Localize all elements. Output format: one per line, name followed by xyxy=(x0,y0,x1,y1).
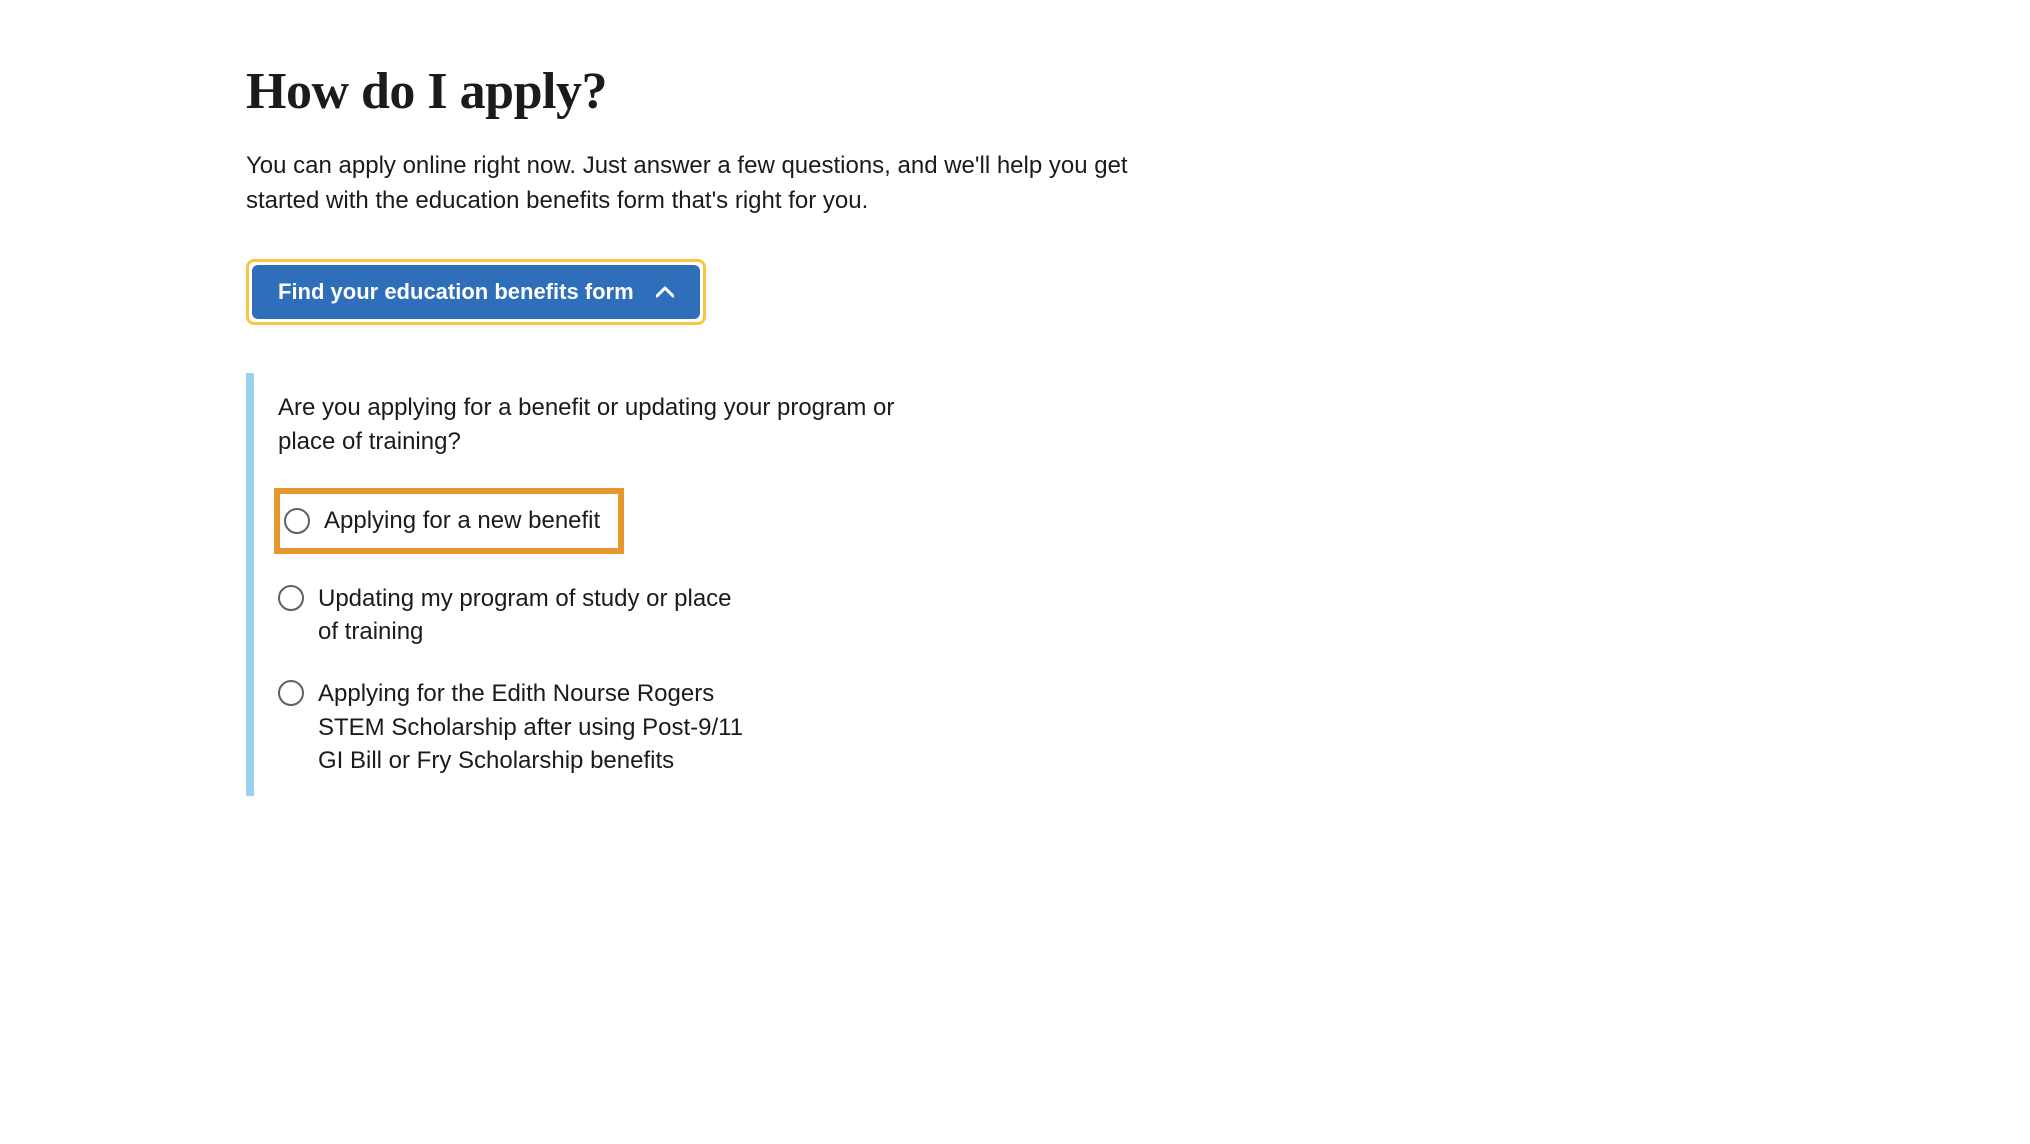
find-form-button-label: Find your education benefits form xyxy=(278,279,634,305)
radio-new-benefit[interactable] xyxy=(284,508,310,534)
cta-focus-ring: Find your education benefits form xyxy=(246,259,706,325)
option-row-stem[interactable]: Applying for the Edith Nourse Rogers STE… xyxy=(278,677,946,778)
option-label-new-benefit[interactable]: Applying for a new benefit xyxy=(324,504,600,538)
option-highlight-box: Applying for a new benefit xyxy=(278,488,946,554)
find-form-button[interactable]: Find your education benefits form xyxy=(252,265,700,319)
main-content: How do I apply? You can apply online rig… xyxy=(246,62,1236,796)
option-label-updating[interactable]: Updating my program of study or place of… xyxy=(318,582,748,649)
chevron-up-icon xyxy=(656,286,674,298)
option-row-updating[interactable]: Updating my program of study or place of… xyxy=(278,582,946,649)
options-group: Applying for a new benefit Updating my p… xyxy=(278,488,946,778)
intro-paragraph: You can apply online right now. Just ans… xyxy=(246,149,1196,219)
question-block: Are you applying for a benefit or updati… xyxy=(246,373,946,796)
radio-stem[interactable] xyxy=(278,680,304,706)
option-label-stem[interactable]: Applying for the Edith Nourse Rogers STE… xyxy=(318,677,748,778)
radio-updating[interactable] xyxy=(278,585,304,611)
page-heading: How do I apply? xyxy=(246,62,1236,121)
question-prompt: Are you applying for a benefit or updati… xyxy=(278,391,918,461)
